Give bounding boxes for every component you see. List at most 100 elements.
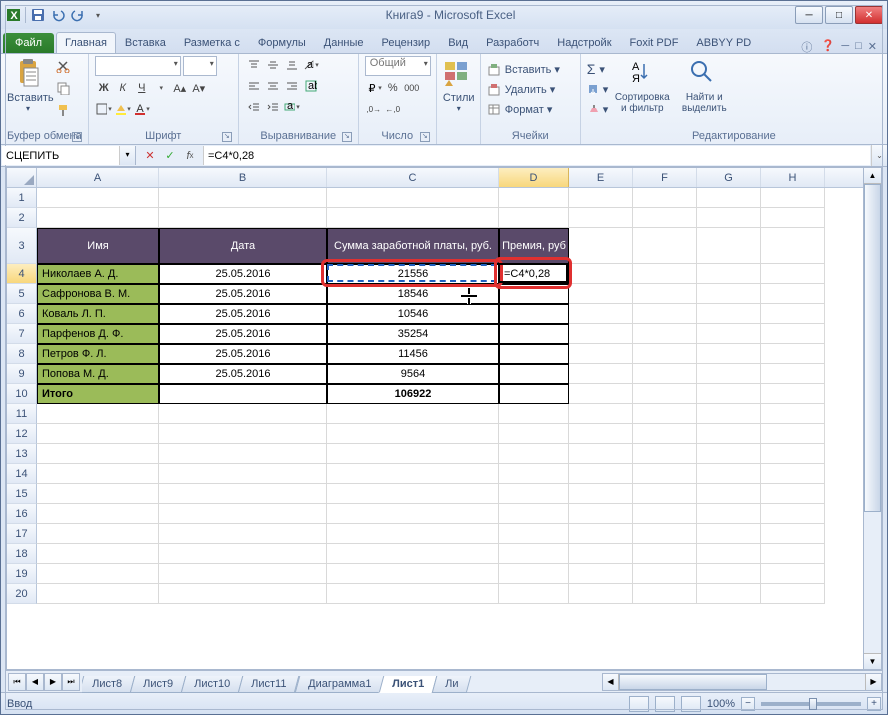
cell[interactable] [697,284,761,304]
ribbon-minimize-icon[interactable]: ⓘ [801,39,815,53]
cell[interactable] [159,424,327,444]
name-box[interactable]: СЦЕПИТЬ ▾ [2,146,136,165]
cell[interactable] [761,324,825,344]
cell[interactable] [761,228,825,264]
maximize-button[interactable]: □ [825,6,853,24]
column-header-E[interactable]: E [569,168,633,187]
file-tab[interactable]: Файл [3,33,54,53]
grow-font-button[interactable]: A▴ [171,79,189,97]
cell[interactable] [569,384,633,404]
clipboard-dialog-launcher[interactable]: ↘ [72,132,82,142]
qat-redo[interactable] [70,7,86,23]
cell[interactable] [37,524,159,544]
ribbon-tab-3[interactable]: Формулы [249,32,315,53]
table-header-3[interactable]: Премия, руб [499,228,569,264]
comma-format[interactable]: 000 [403,79,421,97]
column-header-G[interactable]: G [697,168,761,187]
cell[interactable] [697,564,761,584]
format-painter-button[interactable] [53,100,73,120]
cell[interactable] [697,364,761,384]
scroll-up[interactable]: ▲ [864,168,881,184]
cell[interactable] [633,404,697,424]
align-left[interactable] [245,77,263,95]
enter-formula-button[interactable]: ✓ [161,147,179,165]
ribbon-tab-4[interactable]: Данные [315,32,373,53]
cell[interactable] [569,188,633,208]
cell[interactable] [159,504,327,524]
cell[interactable] [499,444,569,464]
cell[interactable] [499,208,569,228]
column-header-A[interactable]: A [37,168,159,187]
cell[interactable] [633,364,697,384]
cell[interactable] [159,464,327,484]
cell[interactable] [327,524,499,544]
cell[interactable] [499,564,569,584]
name-cell[interactable]: Коваль Л. П. [37,304,159,324]
ribbon-tab-5[interactable]: Рецензир [373,32,440,53]
merge-button[interactable]: a [283,98,301,116]
cell[interactable] [37,584,159,604]
cell[interactable] [569,404,633,424]
increase-indent[interactable] [264,98,282,116]
cancel-formula-button[interactable]: ✕ [141,147,159,165]
close-button[interactable]: ✕ [855,6,883,24]
sheet-nav-first[interactable]: ⏮ [8,673,26,691]
cell[interactable] [697,504,761,524]
cell[interactable] [569,324,633,344]
name-cell[interactable]: Николаев А. Д. [37,264,159,284]
scroll-left[interactable]: ◀ [603,674,619,690]
cell[interactable] [761,424,825,444]
cell[interactable] [37,504,159,524]
cell[interactable] [761,524,825,544]
cell[interactable] [633,464,697,484]
cell[interactable] [327,584,499,604]
sum-cell[interactable]: 10546 [327,304,499,324]
cell[interactable] [37,424,159,444]
total-label[interactable]: Итого [37,384,159,404]
cell[interactable] [569,524,633,544]
find-select-button[interactable]: Найти и выделить [676,56,732,114]
column-header-F[interactable]: F [633,168,697,187]
date-cell[interactable]: 25.05.2016 [159,304,327,324]
cell[interactable] [327,544,499,564]
qat-undo[interactable] [50,7,66,23]
cell[interactable] [569,464,633,484]
cell[interactable] [499,464,569,484]
page-layout-view-button[interactable] [655,696,675,712]
prem-cell[interactable] [499,284,569,304]
formula-input[interactable]: =C4*0,28 [203,146,870,165]
sheet-nav-prev[interactable]: ◀ [26,673,44,691]
cell[interactable] [569,504,633,524]
fx-button[interactable]: fx [181,147,199,165]
cell[interactable] [761,264,825,284]
ribbon-tab-9[interactable]: Foxit PDF [621,32,688,53]
cell[interactable] [697,584,761,604]
qat-customize[interactable]: ▾ [90,7,106,23]
cell[interactable] [697,344,761,364]
sum-cell[interactable]: 21556 [327,264,499,284]
sheet-tab-1[interactable]: Лист9 [130,676,187,693]
number-format-select[interactable]: Общий [365,56,431,76]
cell[interactable] [37,544,159,564]
cell[interactable] [633,584,697,604]
align-top[interactable] [245,56,263,74]
row-header-17[interactable]: 17 [7,524,37,544]
cell[interactable] [569,304,633,324]
cell[interactable] [569,564,633,584]
column-header-B[interactable]: B [159,168,327,187]
cell[interactable] [697,424,761,444]
mdi-minimize[interactable]: ─ [841,40,849,52]
table-header-0[interactable]: Имя [37,228,159,264]
cell[interactable] [697,484,761,504]
cell[interactable] [761,484,825,504]
row-header-19[interactable]: 19 [7,564,37,584]
column-header-D[interactable]: D [499,168,569,187]
date-cell[interactable]: 25.05.2016 [159,324,327,344]
cell[interactable] [633,284,697,304]
cell[interactable] [569,424,633,444]
sheet-nav-next[interactable]: ▶ [44,673,62,691]
cell[interactable] [697,304,761,324]
sum-cell[interactable]: 18546 [327,284,499,304]
cell[interactable] [159,444,327,464]
cell[interactable] [569,484,633,504]
